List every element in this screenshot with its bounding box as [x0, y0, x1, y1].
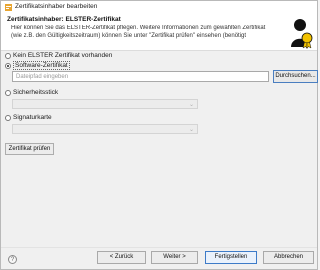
back-button[interactable]: < Zurück	[97, 251, 146, 264]
chevron-down-icon: ⌄	[188, 102, 194, 108]
radio-software-certificate[interactable]: Software-Zertifikat	[5, 61, 70, 70]
radio-no-certificate[interactable]: Kein ELSTER Zertifikat vorhanden	[5, 52, 112, 59]
file-path-input[interactable]: Dateipfad eingeben	[12, 71, 269, 82]
check-certificate-button[interactable]: Zertifikat prüfen	[5, 143, 54, 155]
security-stick-select[interactable]: ⌄	[12, 99, 198, 109]
header-description: Hier können Sie das ELSTER-Zertifikat pf…	[11, 25, 279, 40]
footer-divider	[1, 247, 317, 248]
signature-card-select[interactable]: ⌄	[12, 124, 198, 134]
radio-button[interactable]	[5, 89, 11, 96]
chevron-down-icon: ⌄	[188, 127, 194, 133]
help-icon[interactable]: ?	[8, 255, 17, 264]
app-icon	[5, 4, 12, 11]
certificate-holder-icon	[291, 19, 313, 50]
radio-button[interactable]	[5, 114, 11, 121]
cancel-button[interactable]: Abbrechen	[263, 251, 314, 264]
finish-button[interactable]: Fertigstellen	[205, 251, 257, 264]
header-title: Zertifikatsinhaber: ELSTER-Zertifikat	[7, 16, 121, 23]
radio-security-stick[interactable]: Sicherheitsstick	[5, 89, 58, 96]
next-button[interactable]: Weiter >	[151, 251, 198, 264]
radio-button-selected[interactable]	[5, 62, 11, 69]
radio-label: Kein ELSTER Zertifikat vorhanden	[13, 52, 113, 59]
title-bar: Zertifikatsinhaber bearbeiten	[1, 1, 317, 14]
radio-label: Signaturkarte	[13, 114, 52, 121]
radio-button[interactable]	[5, 52, 11, 59]
radio-label: Sicherheitsstick	[13, 89, 59, 96]
dialog-header: Zertifikatsinhaber: ELSTER-Zertifikat Hi…	[1, 14, 317, 51]
dialog-window: Zertifikatsinhaber bearbeiten Zertifikat…	[0, 0, 318, 270]
header-description-line: Hier können Sie das ELSTER-Zertifikat pf…	[11, 25, 266, 31]
header-description-line: (wie z.B. den Gültigkeitszeitraum) könne…	[11, 32, 247, 39]
window-title: Zertifikatsinhaber bearbeiten	[15, 3, 98, 10]
browse-button[interactable]: Durchsuchen...	[273, 70, 318, 83]
radio-signature-card[interactable]: Signaturkarte	[5, 114, 52, 121]
radio-label: Software-Zertifikat	[13, 61, 70, 70]
